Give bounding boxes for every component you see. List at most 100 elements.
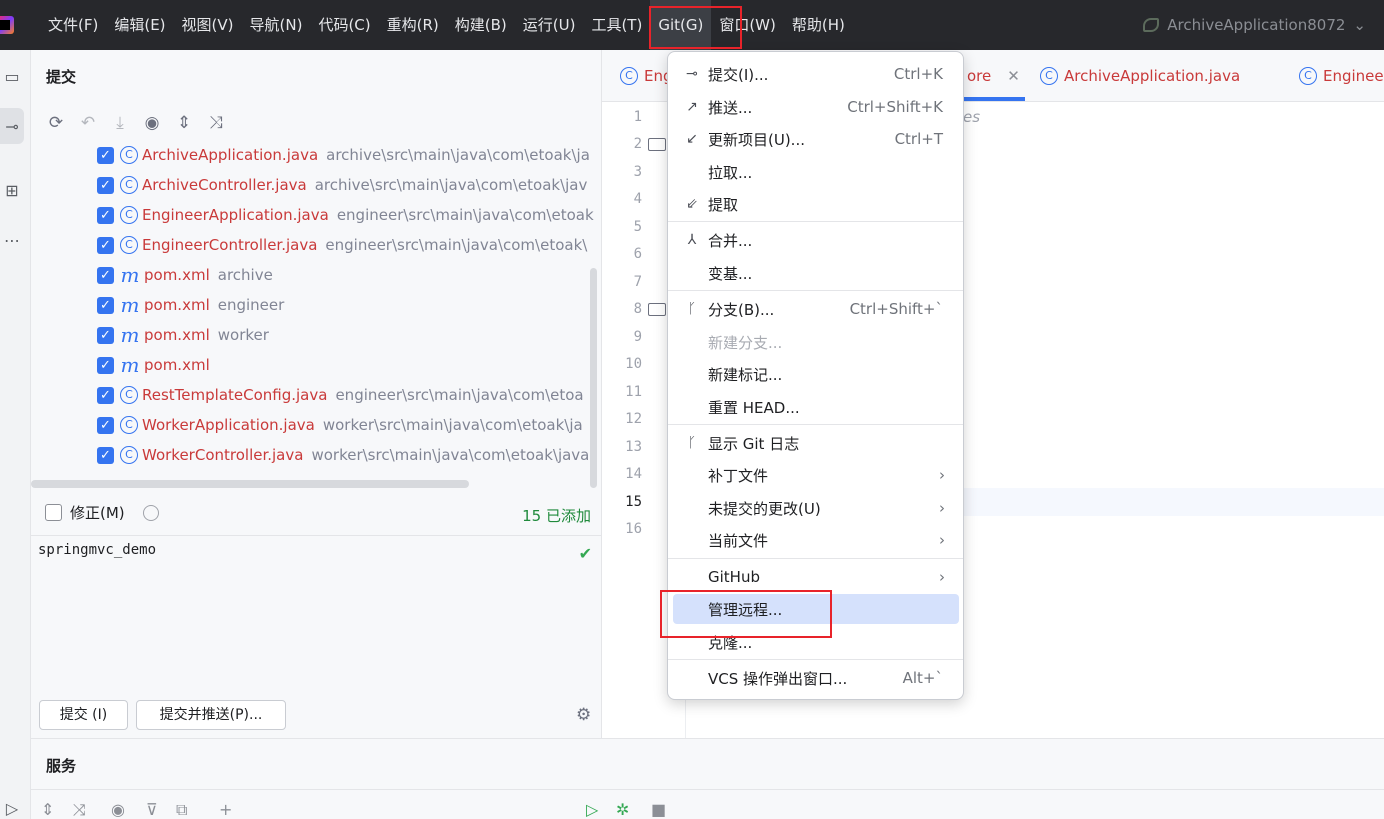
eye-icon[interactable]: ◉ — [111, 800, 125, 819]
commit-message-editor[interactable]: springmvc_demo ✔ — [31, 535, 602, 695]
menu-item-current-file[interactable]: 当前文件 › — [673, 525, 959, 555]
tab-engineer[interactable]: C Enginee — [1299, 50, 1384, 102]
menu-item-branches[interactable]: ᚴ 分支(B)... Ctrl+Shift+` — [673, 294, 959, 324]
collapse-all-icon[interactable]: ⤨ — [205, 112, 227, 134]
menu-edit[interactable]: 编辑(E) — [106, 0, 173, 50]
project-folder-icon[interactable]: ▭ — [0, 58, 24, 94]
menu-run[interactable]: 运行(U) — [515, 0, 584, 50]
more-tools-icon[interactable]: ⋯ — [0, 222, 24, 258]
intellij-logo-icon[interactable] — [0, 16, 14, 34]
menu-refactor[interactable]: 重构(R) — [379, 0, 447, 50]
maven-icon: m — [120, 353, 140, 377]
menu-tools[interactable]: 工具(T) — [583, 0, 650, 50]
commit-tool-icon[interactable]: ⊸ — [0, 108, 24, 144]
expand-all-icon[interactable]: ⇕ — [173, 112, 195, 134]
checked-checkbox-icon[interactable]: ✓ — [97, 326, 114, 344]
services-panel: 服务 ⇕ ⤨ ◉ ⊽ ⧉ + ▷ ✲ ■ — [31, 738, 1384, 819]
list-item[interactable]: ✓ C WorkerApplication.java worker\src\ma… — [97, 410, 583, 440]
class-run-icon: C — [620, 67, 638, 85]
file-path: archive\src\main\java\com\etoak\ja — [326, 146, 590, 164]
list-item[interactable]: ✓ m pom.xml worker — [97, 320, 269, 350]
checked-checkbox-icon[interactable]: ✓ — [97, 266, 114, 284]
services-tool-icon[interactable]: ▷ — [0, 790, 24, 819]
amend-checkbox[interactable] — [45, 504, 62, 521]
collapse-all-icon[interactable]: ⤨ — [73, 800, 86, 819]
menu-item-vcs-popup[interactable]: VCS 操作弹出窗口... Alt+` — [673, 663, 959, 693]
commit-button[interactable]: 提交 (I) — [39, 700, 128, 730]
structure-icon[interactable]: ⊞ — [0, 172, 24, 208]
checked-checkbox-icon[interactable]: ✓ — [97, 446, 114, 464]
push-icon: ↗ — [686, 99, 698, 115]
menu-item-push[interactable]: ↗ 推送... Ctrl+Shift+K — [673, 92, 959, 122]
close-icon[interactable]: ✕ — [1007, 67, 1020, 85]
checked-checkbox-icon[interactable]: ✓ — [97, 416, 114, 434]
clock-icon[interactable] — [142, 504, 159, 521]
menu-item-merge[interactable]: ⅄ 合并... — [673, 225, 959, 255]
checked-checkbox-icon[interactable]: ✓ — [97, 206, 114, 224]
menu-item-fetch[interactable]: ⇙ 提取 — [673, 189, 959, 219]
menu-item-new-tag[interactable]: 新建标记... — [673, 359, 959, 389]
menu-item-label: VCS 操作弹出窗口... — [708, 669, 848, 688]
debug-icon[interactable]: ✲ — [616, 800, 629, 819]
filter-icon[interactable]: ⊽ — [146, 800, 158, 819]
tab-archive-application[interactable]: C ArchiveApplication.java — [1040, 50, 1240, 102]
line-number: 13 — [625, 439, 642, 455]
chevron-down-icon: ⌄ — [1353, 16, 1366, 34]
list-item[interactable]: ✓ m pom.xml — [97, 350, 218, 380]
list-item[interactable]: ✓ C WorkerController.java worker\src\mai… — [97, 440, 589, 470]
run-config-selector[interactable]: ArchiveApplication8072 ⌄ — [1143, 0, 1366, 50]
checked-checkbox-icon[interactable]: ✓ — [97, 176, 114, 194]
expand-all-icon[interactable]: ⇕ — [41, 800, 54, 819]
menu-item-update-project[interactable]: ↙ 更新项目(U)... Ctrl+T — [673, 124, 959, 154]
tab-gitignore[interactable]: ore ✕ — [967, 50, 1020, 102]
stop-icon[interactable]: ■ — [651, 800, 666, 819]
menu-build[interactable]: 构建(B) — [447, 0, 515, 50]
checked-checkbox-icon[interactable]: ✓ — [97, 386, 114, 404]
list-item[interactable]: ✓ C EngineerApplication.java engineer\sr… — [97, 200, 594, 230]
refresh-icon[interactable]: ⟳ — [45, 112, 67, 134]
gear-icon[interactable]: ⚙ — [576, 705, 591, 725]
menu-item-rebase[interactable]: 变基... — [673, 258, 959, 288]
list-item[interactable]: ✓ C RestTemplateConfig.java engineer\src… — [97, 380, 584, 410]
class-run-icon: C — [1040, 67, 1058, 85]
list-item[interactable]: ✓ C ArchiveApplication.java archive\src\… — [97, 140, 590, 170]
menu-view[interactable]: 视图(V) — [174, 0, 242, 50]
menu-item-uncommitted-changes[interactable]: 未提交的更改(U) › — [673, 493, 959, 523]
vertical-scrollbar[interactable] — [590, 268, 597, 488]
checked-checkbox-icon[interactable]: ✓ — [97, 356, 114, 374]
run-icon[interactable]: ▷ — [586, 800, 598, 819]
shelve-icon[interactable]: ⤓ — [109, 112, 131, 134]
new-group-icon[interactable]: ⧉ — [176, 800, 187, 819]
class-icon: C — [120, 176, 138, 194]
left-tool-strip: ▭ ⊸ ⊞ ⋯ ▷ — [0, 50, 31, 819]
list-item[interactable]: ✓ C ArchiveController.java archive\src\m… — [97, 170, 587, 200]
fold-icon[interactable] — [648, 138, 666, 151]
list-item[interactable]: ✓ m pom.xml engineer — [97, 290, 284, 320]
menu-navigate[interactable]: 导航(N) — [242, 0, 311, 50]
checked-checkbox-icon[interactable]: ✓ — [97, 236, 114, 254]
checked-checkbox-icon[interactable]: ✓ — [97, 146, 114, 164]
add-icon[interactable]: + — [219, 800, 232, 819]
commit-toolbar: ⟳ ↶ ⤓ ◉ ⇕ ⤨ — [45, 112, 227, 134]
menu-item-commit[interactable]: ⊸ 提交(I)... Ctrl+K — [673, 59, 959, 89]
eye-icon[interactable]: ◉ — [141, 112, 163, 134]
menu-help[interactable]: 帮助(H) — [784, 0, 853, 50]
list-item[interactable]: ✓ C EngineerController.java engineer\src… — [97, 230, 587, 260]
list-item[interactable]: ✓ m pom.xml archive — [97, 260, 273, 290]
horizontal-scrollbar[interactable] — [31, 480, 469, 488]
menu-file[interactable]: 文件(F) — [40, 0, 106, 50]
menu-item-new-branch[interactable]: 新建分支... — [673, 327, 959, 357]
menu-item-patch[interactable]: 补丁文件 › — [673, 460, 959, 490]
menu-item-reset-head[interactable]: 重置 HEAD... — [673, 392, 959, 422]
menu-code[interactable]: 代码(C) — [310, 0, 378, 50]
checked-checkbox-icon[interactable]: ✓ — [97, 296, 114, 314]
menu-item-github[interactable]: GitHub › — [673, 562, 959, 592]
commit-and-push-button[interactable]: 提交并推送(P)... — [136, 700, 286, 730]
rollback-icon[interactable]: ↶ — [77, 112, 99, 134]
file-name: pom.xml — [144, 266, 210, 284]
amend-toggle[interactable]: 修正(M) — [45, 502, 159, 523]
menu-item-pull[interactable]: 拉取... — [673, 157, 959, 187]
tab-engineer-application[interactable]: C Eng — [620, 50, 673, 102]
menu-item-show-git-log[interactable]: ᚴ 显示 Git 日志 — [673, 428, 959, 458]
fold-icon[interactable] — [648, 303, 666, 316]
